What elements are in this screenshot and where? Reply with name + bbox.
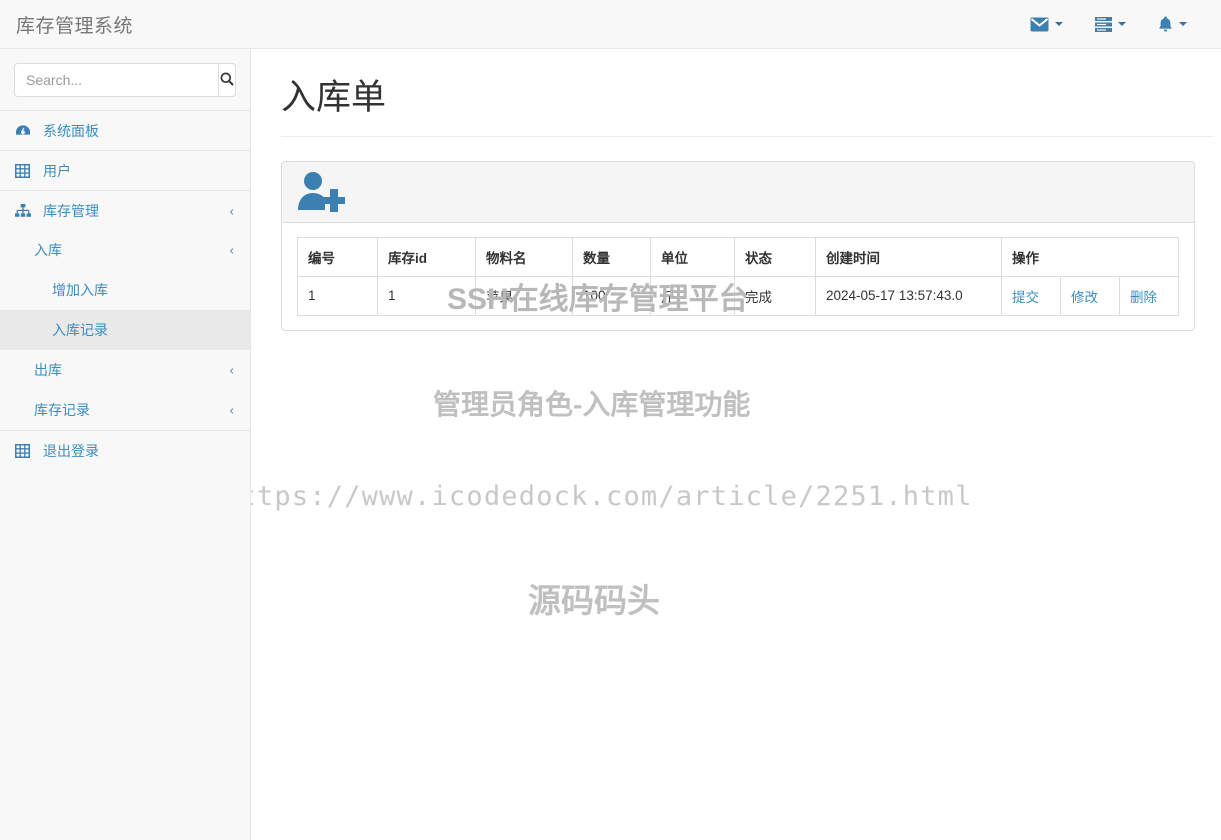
submit-link[interactable]: 提交 [1012, 290, 1039, 305]
envelope-icon [1030, 17, 1049, 32]
sidebar-item-label: 增加入库 [52, 282, 108, 298]
chevron-down-icon [1179, 22, 1187, 26]
user-plus-icon [297, 171, 345, 216]
column-header-created-at: 创建时间 [815, 236, 1002, 277]
chevron-down-icon [1118, 22, 1126, 26]
search-input[interactable] [14, 63, 218, 97]
top-navbar: 库存管理系统 [0, 0, 1221, 49]
cell-no: 1 [297, 275, 378, 316]
sidebar-item-outbound-wrap: 出库 ‹ [0, 350, 250, 390]
column-header-material: 物料名 [475, 236, 573, 277]
notifications-menu[interactable] [1142, 0, 1203, 49]
sidebar-item-inventory-management[interactable]: 库存管理 ‹ [0, 190, 250, 230]
sidebar-item-label: 出库 [34, 362, 62, 378]
sidebar-item-label: 入库 [34, 242, 62, 258]
sidebar: 系统面板 用户 [0, 49, 251, 840]
main-content: 入库单 编号 库存id 物料名 数量 单位 状态 创建时间 操作 1 1 苹果 … [251, 49, 1221, 840]
cell-created-at: 2024-05-17 13:57:43.0 [815, 275, 1002, 316]
sitemap-icon [15, 204, 34, 217]
chevron-left-icon: ‹ [229, 402, 234, 418]
sidebar-item-outbound[interactable]: 出库 ‹ [0, 350, 250, 390]
sidebar-nav: 系统面板 用户 库存管理 ‹ 入库 ‹ 增加入库 入库记录 出库 ‹ 库存记录 … [0, 110, 250, 470]
chevron-left-icon: ‹ [229, 203, 234, 218]
delete-link[interactable]: 删除 [1130, 290, 1157, 305]
chevron-left-icon: ‹ [229, 242, 234, 258]
cell-unit: 斤 [650, 275, 735, 316]
sidebar-item-inbound[interactable]: 入库 ‹ [0, 230, 250, 270]
sidebar-item-stock-records-wrap: 库存记录 ‹ [0, 390, 250, 430]
sidebar-item-label: 库存记录 [34, 402, 90, 418]
sidebar-item-inbound-wrap: 入库 ‹ [0, 230, 250, 270]
sidebar-item-label: 入库记录 [52, 322, 108, 338]
column-header-status: 状态 [734, 236, 816, 277]
edit-link[interactable]: 修改 [1071, 290, 1098, 305]
table-row: 1 1 苹果 100 斤 完成 2024-05-17 13:57:43.0 提交 [297, 275, 1179, 316]
sidebar-item-add-inbound[interactable]: 增加入库 [0, 270, 250, 310]
tasks-menu[interactable] [1079, 0, 1142, 49]
table-icon [15, 163, 34, 178]
sidebar-item-logout-wrap: 退出登录 [0, 430, 250, 470]
column-header-actions: 操作 [1001, 236, 1179, 277]
search-button[interactable] [218, 63, 236, 97]
bell-icon [1158, 16, 1173, 33]
cell-status: 完成 [734, 275, 816, 316]
column-header-stock-id: 库存id [377, 236, 476, 277]
add-inbound-button[interactable] [297, 171, 345, 213]
sidebar-item-inventory-wrap: 库存管理 ‹ [0, 190, 250, 230]
sidebar-item-label: 库存管理 [43, 202, 99, 219]
cell-quantity: 100 [572, 275, 651, 316]
inbound-records-table: 编号 库存id 物料名 数量 单位 状态 创建时间 操作 1 1 苹果 100 … [297, 236, 1179, 316]
sidebar-item-dashboard-wrap: 系统面板 [0, 110, 250, 150]
column-header-no: 编号 [297, 236, 378, 277]
cell-action-delete[interactable]: 删除 [1119, 275, 1179, 316]
page-title: 入库单 [281, 78, 387, 117]
tasks-icon [1095, 16, 1112, 32]
dashboard-icon [15, 124, 34, 138]
cell-stock-id: 1 [377, 275, 476, 316]
column-header-quantity: 数量 [572, 236, 651, 277]
inbound-panel: 编号 库存id 物料名 数量 单位 状态 创建时间 操作 1 1 苹果 100 … [281, 160, 1195, 331]
cell-action-submit[interactable]: 提交 [1001, 275, 1061, 316]
table-head: 编号 库存id 物料名 数量 单位 状态 创建时间 操作 [297, 236, 1179, 277]
sidebar-item-label: 退出登录 [43, 442, 99, 459]
sidebar-item-label: 用户 [43, 162, 71, 179]
sidebar-item-stock-records[interactable]: 库存记录 ‹ [0, 390, 250, 430]
table-header-row: 编号 库存id 物料名 数量 单位 状态 创建时间 操作 [297, 236, 1179, 277]
messages-menu[interactable] [1014, 0, 1079, 49]
cell-material: 苹果 [475, 275, 573, 316]
sidebar-item-inbound-records-wrap: 入库记录 [0, 310, 250, 350]
app-brand-title: 库存管理系统 [16, 15, 134, 37]
app-root: 库存管理系统 Search... 系统面板 用户 库存管理 ‹ 入库 ‹ 增加入… [0, 0, 1221, 840]
table-icon [15, 443, 34, 458]
sidebar-item-users[interactable]: 用户 [0, 150, 250, 190]
panel-heading [282, 161, 1194, 223]
sidebar-item-users-wrap: 用户 [0, 150, 250, 190]
sidebar-item-logout[interactable]: 退出登录 [0, 430, 250, 470]
panel-body: 编号 库存id 物料名 数量 单位 状态 创建时间 操作 1 1 苹果 100 … [282, 223, 1194, 330]
sidebar-search [0, 49, 250, 110]
chevron-down-icon [1055, 22, 1063, 26]
sidebar-item-inbound-records[interactable]: 入库记录 [0, 310, 250, 350]
navbar-right-menu [1014, 0, 1203, 49]
sidebar-item-add-inbound-wrap: 增加入库 [0, 270, 250, 310]
search-icon [220, 72, 234, 89]
cell-action-edit[interactable]: 修改 [1060, 275, 1120, 316]
sidebar-item-dashboard[interactable]: 系统面板 [0, 110, 250, 150]
title-divider [281, 135, 1213, 137]
chevron-left-icon: ‹ [229, 362, 234, 378]
column-header-unit: 单位 [650, 236, 735, 277]
table-body: 1 1 苹果 100 斤 完成 2024-05-17 13:57:43.0 提交 [297, 275, 1179, 316]
sidebar-item-label: 系统面板 [43, 122, 99, 139]
